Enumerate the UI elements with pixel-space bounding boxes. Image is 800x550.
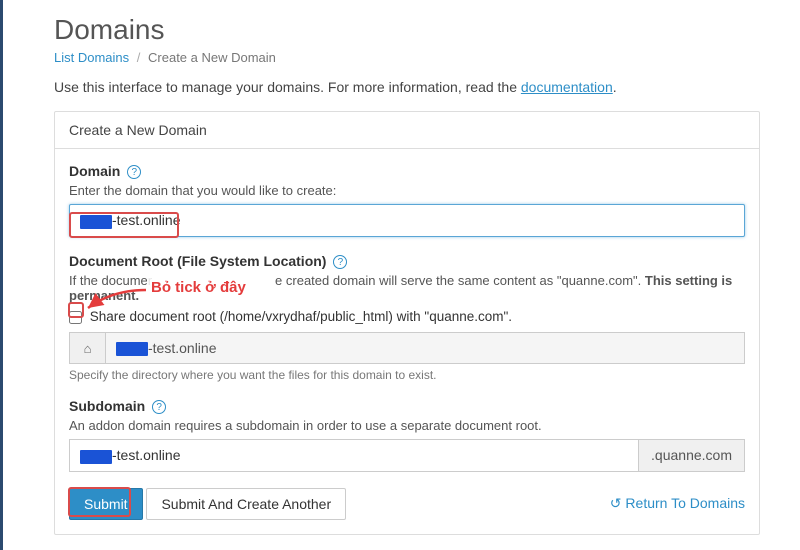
page-title: Domains (54, 14, 760, 46)
redacted-text (80, 450, 112, 464)
subdomain-section: Subdomain ? An addon domain requires a s… (69, 398, 745, 472)
docroot-hint-mid: e created domain will serve the same con… (275, 273, 645, 288)
documentation-link[interactable]: documentation (521, 79, 613, 95)
return-to-domains-link[interactable]: ↺Return To Domains (610, 495, 745, 512)
create-domain-panel: Create a New Domain Domain ? Enter the d… (54, 111, 760, 535)
docroot-path-input[interactable]: -test.online (105, 332, 745, 364)
breadcrumb-current: Create a New Domain (148, 50, 276, 65)
domain-section: Domain ? Enter the domain that you would… (69, 163, 745, 237)
docroot-hint-before: If the documer (69, 273, 152, 288)
docroot-hint: If the documer ________________ e create… (69, 273, 745, 303)
intro-text: Use this interface to manage your domain… (54, 79, 760, 95)
breadcrumb-separator: / (137, 50, 141, 65)
share-docroot-label: Share document root (/home/vxrydhaf/publ… (90, 309, 512, 324)
help-icon[interactable]: ? (333, 255, 347, 269)
domain-input[interactable]: -test.online (69, 204, 745, 236)
redacted-text (116, 342, 148, 356)
docroot-section: Document Root (File System Location) ? I… (69, 253, 745, 383)
subdomain-label: Subdomain (69, 398, 145, 414)
return-arrow-icon: ↺ (610, 495, 622, 511)
page: Domains List Domains / Create a New Doma… (14, 0, 800, 550)
action-buttons: Submit Submit And Create Another (69, 488, 346, 520)
submit-another-button[interactable]: Submit And Create Another (146, 488, 346, 520)
share-docroot-checkbox[interactable] (69, 311, 82, 324)
panel-title: Create a New Domain (55, 112, 759, 149)
docroot-label: Document Root (File System Location) (69, 253, 326, 269)
domain-input-value: -test.online (112, 212, 180, 228)
help-icon[interactable]: ? (152, 400, 166, 414)
panel-body: Domain ? Enter the domain that you would… (55, 149, 759, 534)
subdomain-row: -test.online .quanne.com (69, 439, 745, 471)
domain-label: Domain (69, 163, 120, 179)
domain-hint: Enter the domain that you would like to … (69, 183, 745, 198)
redacted-text (80, 215, 112, 229)
help-icon[interactable]: ? (127, 165, 141, 179)
share-docroot-row: Share document root (/home/vxrydhaf/publ… (69, 309, 745, 324)
subdomain-suffix: .quanne.com (639, 439, 745, 471)
docroot-path-value: -test.online (148, 340, 216, 356)
submit-button[interactable]: Submit (69, 488, 143, 520)
subdomain-hint: An addon domain requires a subdomain in … (69, 418, 745, 433)
intro-before: Use this interface to manage your domain… (54, 79, 521, 95)
docroot-subhint: Specify the directory where you want the… (69, 368, 745, 382)
intro-after: . (613, 79, 617, 95)
subdomain-input-value: -test.online (112, 447, 180, 463)
breadcrumb: List Domains / Create a New Domain (54, 50, 760, 65)
docroot-path-row: ⌂ -test.online (69, 332, 745, 364)
actions-row: Submit Submit And Create Another ↺Return… (69, 488, 745, 520)
subdomain-input[interactable]: -test.online (69, 439, 639, 471)
return-label: Return To Domains (625, 495, 745, 511)
home-icon: ⌂ (69, 332, 105, 364)
left-rail (0, 0, 14, 550)
breadcrumb-list-domains[interactable]: List Domains (54, 50, 129, 65)
